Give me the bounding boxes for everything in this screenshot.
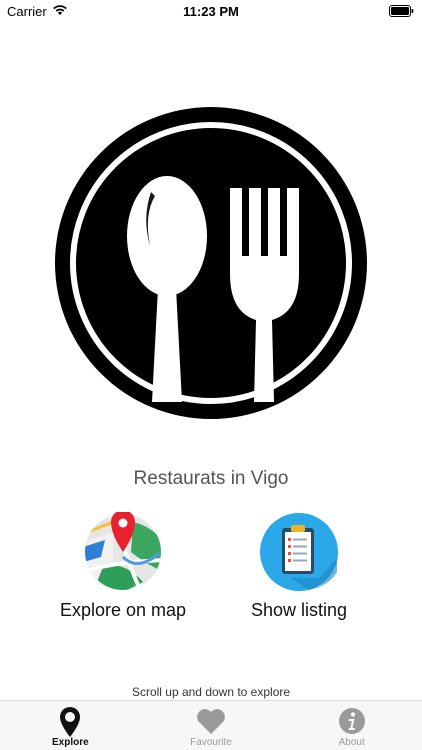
tab-favourite-label: Favourite [190, 737, 232, 748]
tab-about[interactable]: About [281, 701, 422, 750]
scroll-hint: Scroll up and down to explore [131, 685, 291, 699]
tab-about-label: About [338, 737, 365, 748]
clock-time: 11:23 PM [183, 4, 239, 19]
page-title: Restaurats in Vigo [133, 468, 289, 489]
show-listing-label: Show listing [250, 600, 348, 620]
tab-explore[interactable]: Explore [0, 701, 141, 750]
show-listing-button[interactable]: Show listing [209, 512, 389, 621]
location-pin-icon [60, 707, 81, 737]
map-pin-icon [85, 512, 161, 590]
tab-bar: Explore Favourite About [0, 700, 422, 750]
battery-icon [389, 5, 414, 17]
explore-on-map-button[interactable]: Explore on map [33, 512, 213, 621]
info-icon [338, 708, 365, 734]
explore-on-map-label: Explore on map [59, 600, 187, 620]
tab-favourite[interactable]: Favourite [141, 701, 282, 750]
tab-explore-label: Explore [51, 737, 89, 748]
heart-icon [197, 709, 225, 734]
spoon-fork-logo-icon [55, 107, 367, 419]
clipboard-list-icon [260, 513, 338, 591]
status-bar: Carrier 11:23 PM [0, 0, 422, 24]
